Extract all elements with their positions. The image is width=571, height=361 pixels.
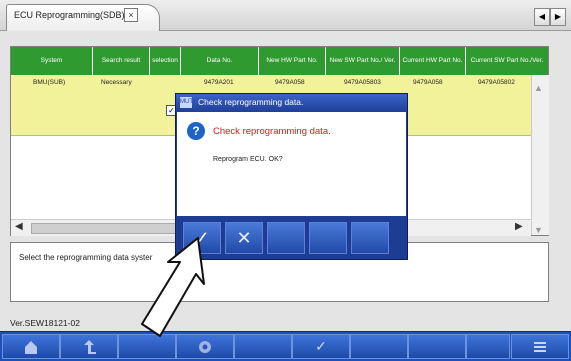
dialog-title-bar: MUT Check reprogramming data. xyxy=(176,94,407,112)
tab-bar: ECU Reprogramming(SDB) × ◀ ▶ xyxy=(0,0,571,31)
toolbar-button-5[interactable] xyxy=(234,334,292,359)
column-header-search-result: Search result xyxy=(93,47,150,75)
tab-scroll-left-button[interactable]: ◀ xyxy=(534,8,550,26)
cancel-button[interactable]: ✕ xyxy=(225,222,263,254)
cell-new-hw: 9479A058 xyxy=(275,79,305,86)
scroll-left-icon[interactable]: ◀ xyxy=(15,221,23,232)
dialog-message: Reprogram ECU. OK? xyxy=(213,156,283,163)
tab-close-button[interactable]: × xyxy=(124,8,138,22)
tab-scroll-right-button[interactable]: ▶ xyxy=(550,8,566,26)
dialog-title: Check reprogramming data. xyxy=(198,97,304,107)
column-header-new-sw: New SW Part No./ Ver. xyxy=(326,47,400,75)
dialog-heading: Check reprogramming data. xyxy=(213,126,331,137)
toolbar-button-8[interactable] xyxy=(408,334,466,359)
column-header-current-sw: Current SW Part No./Ver. xyxy=(470,57,544,65)
question-icon: ? xyxy=(187,122,205,140)
cell-new-sw: 9479A05803 xyxy=(344,79,381,86)
scroll-down-icon[interactable]: ▼ xyxy=(534,225,543,235)
column-header-data-no: Data No. xyxy=(181,47,259,75)
app-icon: MUT xyxy=(180,97,193,108)
cell-current-hw: 9479A058 xyxy=(413,79,443,86)
home-icon xyxy=(25,340,37,354)
confirm-button[interactable]: ✓ xyxy=(292,334,350,359)
cell-system: BMU(SUB) xyxy=(33,79,66,86)
cell-current-sw: 9479A05802 xyxy=(478,79,515,86)
column-header-system: System xyxy=(11,47,93,75)
column-header-selection: selection xyxy=(150,47,181,75)
dialog-button-3[interactable] xyxy=(267,222,305,254)
list-icon xyxy=(534,341,546,352)
bottom-toolbar: ✓ xyxy=(0,331,571,361)
cell-search-result: Necessary xyxy=(101,79,132,86)
column-header-new-hw: New HW Part No. xyxy=(259,47,326,75)
dialog-body: ? Check reprogramming data. Reprogram EC… xyxy=(177,112,406,216)
scroll-right-icon[interactable]: ▶ xyxy=(515,221,523,232)
scroll-up-icon[interactable]: ▲ xyxy=(534,83,543,93)
toolbar-button-9[interactable] xyxy=(466,334,510,359)
back-icon xyxy=(84,339,96,354)
pointer-arrow-icon xyxy=(141,237,205,337)
dialog-button-4[interactable] xyxy=(309,222,347,254)
version-label: Ver.SEW18121-02 xyxy=(10,318,80,328)
tab-label: ECU Reprogramming(SDB) xyxy=(14,10,125,20)
toolbar-button-7[interactable] xyxy=(350,334,408,359)
home-button[interactable] xyxy=(2,334,60,359)
column-header-current-hw: Current HW Part No. xyxy=(400,47,466,75)
list-button[interactable] xyxy=(511,334,569,359)
dialog-button-5[interactable] xyxy=(351,222,389,254)
cell-data-no: 9479A201 xyxy=(204,79,234,86)
table-header: System Search result selection Data No. … xyxy=(11,47,548,75)
app-window: ECU Reprogramming(SDB) × ◀ ▶ System Sear… xyxy=(0,0,571,361)
vertical-scrollbar[interactable]: ▲ ▼ xyxy=(531,75,549,235)
back-button[interactable] xyxy=(60,334,118,359)
